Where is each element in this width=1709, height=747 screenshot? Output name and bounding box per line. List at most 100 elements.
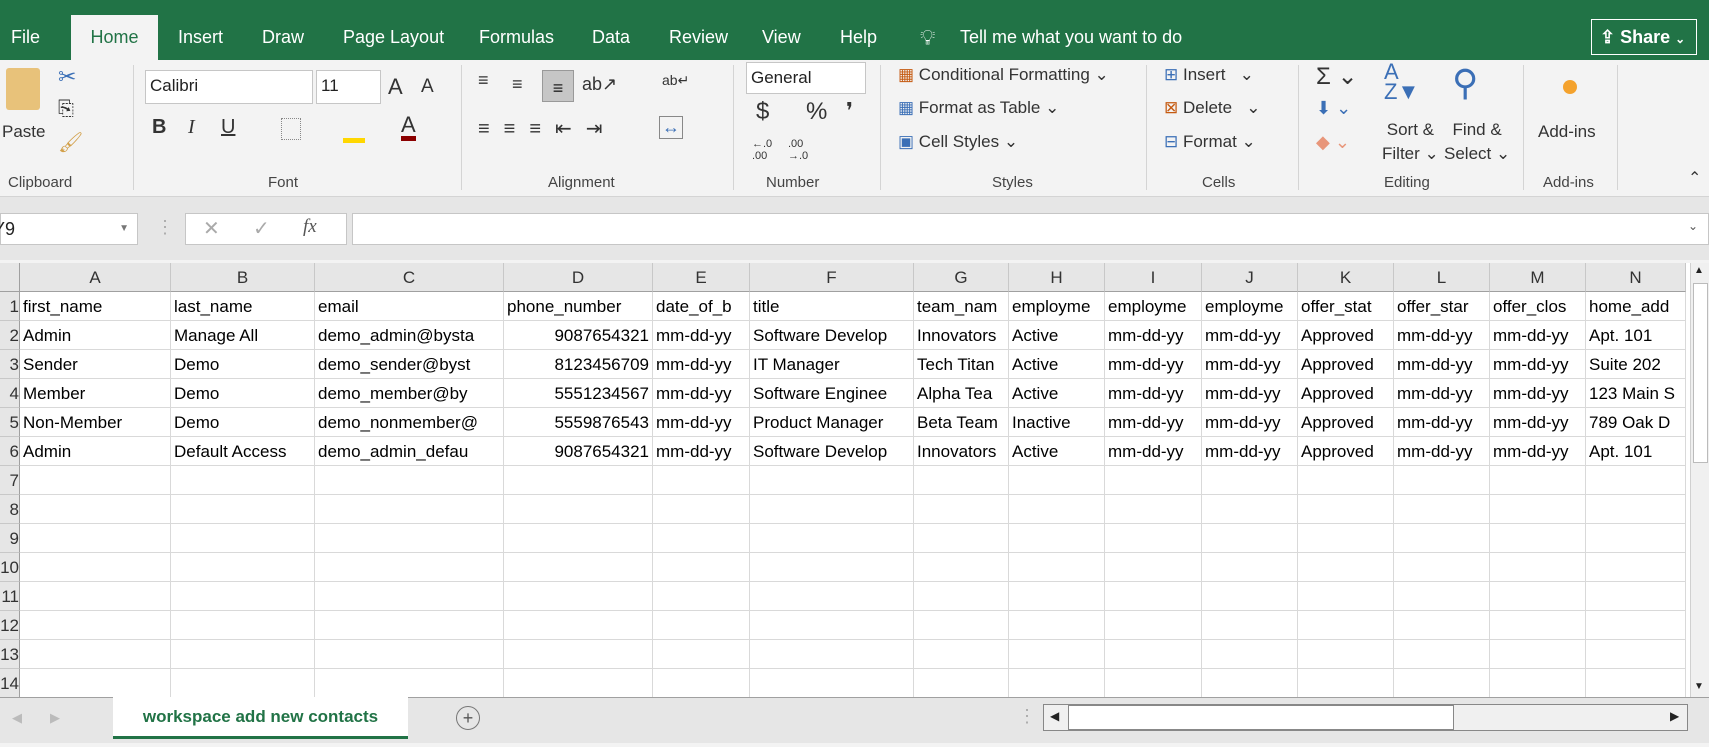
row-header-3[interactable]: 3 [0,350,20,379]
name-box[interactable]: Y9▼ [0,213,138,245]
cell-l12[interactable] [1394,611,1490,640]
cell-g8[interactable] [914,495,1009,524]
cell-n2[interactable]: Apt. 101 [1586,321,1686,350]
cell-b7[interactable] [171,466,315,495]
cell-j6[interactable]: mm-dd-yy [1202,437,1298,466]
cell-m1[interactable]: offer_clos [1490,292,1586,321]
cell-c5[interactable]: demo_nonmember@ [315,408,504,437]
cell-f10[interactable] [750,553,914,582]
cell-b4[interactable]: Demo [171,379,315,408]
cell-b13[interactable] [171,640,315,669]
cell-b8[interactable] [171,495,315,524]
horizontal-scrollbar[interactable]: ◀ ▶ [1043,704,1688,731]
borders-icon[interactable] [281,118,301,140]
cell-a13[interactable] [20,640,171,669]
format-cells-button[interactable]: ⊟ Format ⌄ [1164,132,1256,152]
cell-n10[interactable] [1586,553,1686,582]
cell-d8[interactable] [504,495,653,524]
cell-g7[interactable] [914,466,1009,495]
cell-e7[interactable] [653,466,750,495]
cell-m5[interactable]: mm-dd-yy [1490,408,1586,437]
cell-h6[interactable]: Active [1009,437,1105,466]
scroll-right-icon[interactable]: ▶ [1670,709,1679,723]
column-header-m[interactable]: M [1490,263,1586,292]
cell-a10[interactable] [20,553,171,582]
row-header-11[interactable]: 11 [0,582,20,611]
cell-i9[interactable] [1105,524,1202,553]
cell-b3[interactable]: Demo [171,350,315,379]
cell-i3[interactable]: mm-dd-yy [1105,350,1202,379]
cell-c14[interactable] [315,669,504,697]
scroll-up-icon[interactable]: ▲ [1694,265,1704,276]
vertical-scrollbar[interactable]: ▲ ▼ [1690,263,1709,697]
column-header-n[interactable]: N [1586,263,1686,292]
format-as-table-button[interactable]: ▦ Format as Table ⌄ [898,98,1059,118]
column-header-j[interactable]: J [1202,263,1298,292]
cell-k7[interactable] [1298,466,1394,495]
cell-a8[interactable] [20,495,171,524]
tell-me-search[interactable]: Tell me what you want to do [960,15,1182,60]
cell-g1[interactable]: team_nam [914,292,1009,321]
cell-c10[interactable] [315,553,504,582]
cell-f1[interactable]: title [750,292,914,321]
cell-m6[interactable]: mm-dd-yy [1490,437,1586,466]
cell-h8[interactable] [1009,495,1105,524]
cell-e14[interactable] [653,669,750,697]
cell-h1[interactable]: employme [1009,292,1105,321]
cell-h11[interactable] [1009,582,1105,611]
cell-e3[interactable]: mm-dd-yy [653,350,750,379]
fill-icon[interactable]: ⬇ ⌄ [1316,98,1351,119]
cell-e6[interactable]: mm-dd-yy [653,437,750,466]
cell-e10[interactable] [653,553,750,582]
cell-a2[interactable]: Admin [20,321,171,350]
cell-b9[interactable] [171,524,315,553]
row-header-14[interactable]: 14 [0,669,20,697]
conditional-formatting-button[interactable]: ▦ Conditional Formatting ⌄ [898,65,1109,85]
cell-g6[interactable]: Innovators [914,437,1009,466]
cell-f8[interactable] [750,495,914,524]
cell-d1[interactable]: phone_number [504,292,653,321]
cell-i12[interactable] [1105,611,1202,640]
cell-h13[interactable] [1009,640,1105,669]
column-header-g[interactable]: G [914,263,1009,292]
cell-d14[interactable] [504,669,653,697]
cell-l11[interactable] [1394,582,1490,611]
font-name-select[interactable]: Calibri [145,70,313,104]
cell-c11[interactable] [315,582,504,611]
cell-l2[interactable]: mm-dd-yy [1394,321,1490,350]
cell-b1[interactable]: last_name [171,292,315,321]
number-format-select[interactable]: General [746,62,866,94]
cell-f13[interactable] [750,640,914,669]
cell-l14[interactable] [1394,669,1490,697]
cell-c13[interactable] [315,640,504,669]
cell-k12[interactable] [1298,611,1394,640]
prev-sheet-icon[interactable]: ◀ [12,710,22,726]
cancel-icon[interactable]: ✕ [203,216,220,241]
autosum-icon[interactable]: Σ ⌄ [1316,62,1358,91]
cell-e1[interactable]: date_of_b [653,292,750,321]
cell-k5[interactable]: Approved [1298,408,1394,437]
font-color-icon[interactable]: A [401,114,416,141]
cell-i2[interactable]: mm-dd-yy [1105,321,1202,350]
cell-n14[interactable] [1586,669,1686,697]
column-header-l[interactable]: L [1394,263,1490,292]
tab-file[interactable]: File [11,15,40,60]
cell-h10[interactable] [1009,553,1105,582]
cell-c12[interactable] [315,611,504,640]
cell-g4[interactable]: Alpha Tea [914,379,1009,408]
worksheet-grid[interactable]: A B C D E F G H I J K L M N 1 first_name last_name email p… [0,263,1690,697]
cell-n5[interactable]: 789 Oak D [1586,408,1686,437]
cell-h12[interactable] [1009,611,1105,640]
cell-g14[interactable] [914,669,1009,697]
cell-d7[interactable] [504,466,653,495]
cell-n1[interactable]: home_add [1586,292,1686,321]
cell-l8[interactable] [1394,495,1490,524]
decrease-font-icon[interactable]: A [421,76,434,98]
cell-l6[interactable]: mm-dd-yy [1394,437,1490,466]
column-header-d[interactable]: D [504,263,653,292]
cell-n12[interactable] [1586,611,1686,640]
row-header-13[interactable]: 13 [0,640,20,669]
row-header-5[interactable]: 5 [0,408,20,437]
cell-b5[interactable]: Demo [171,408,315,437]
increase-font-icon[interactable]: A [388,74,403,100]
